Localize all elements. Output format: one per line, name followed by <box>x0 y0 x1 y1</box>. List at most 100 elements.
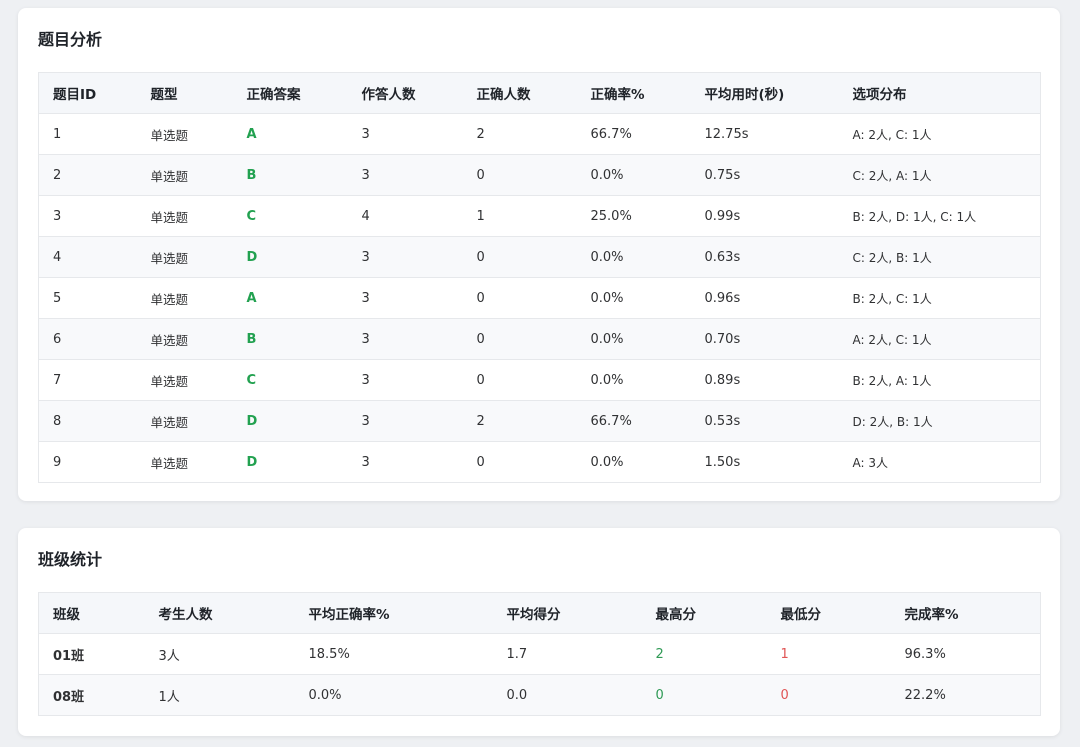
column-header: 最高分 <box>641 592 767 634</box>
correct-answer-cell: C <box>232 359 348 401</box>
avg-time-cell: 0.70s <box>690 318 839 360</box>
correct-answer-cell: D <box>232 236 348 278</box>
table-header-row: 题目ID 题型 正确答案 作答人数 正确人数 正确率% 平均用时(秒) 选项分布 <box>38 72 1041 114</box>
avg-time-cell: 0.53s <box>690 400 839 442</box>
answer-count-cell: 3 <box>347 236 463 278</box>
table-header-row: 班级 考生人数 平均正确率% 平均得分 最高分 最低分 完成率% <box>38 592 1041 634</box>
class-stats-table: 班级 考生人数 平均正确率% 平均得分 最高分 最低分 完成率% 01班 3人 18… <box>38 592 1041 716</box>
column-header: 班级 <box>38 592 145 634</box>
avg-score-cell: 1.7 <box>492 633 642 675</box>
class-name-cell: 01班 <box>38 633 145 675</box>
table-row: 2 单选题 B 3 0 0.0% 0.75s C: 2人, A: 1人 <box>38 154 1041 196</box>
correct-count-cell: 0 <box>476 454 485 470</box>
table-row: 3 单选题 C 4 1 25.0% 0.99s B: 2人, D: 1人, C: 1人 <box>38 195 1041 237</box>
correct-answer-cell: A <box>232 277 348 319</box>
highest-score-cell: 2 <box>641 633 767 675</box>
accuracy-cell: 66.7% <box>576 113 691 155</box>
option-distribution-cell: B: 2人, A: 1人 <box>838 359 1041 401</box>
table-row: 4 单选题 D 3 0 0.0% 0.63s C: 2人, B: 1人 <box>38 236 1041 278</box>
answer-count-cell: 3 <box>347 359 463 401</box>
question-id-cell: 4 <box>38 236 137 278</box>
correct-answer-cell: B <box>232 154 348 196</box>
correct-count-cell: 0 <box>462 318 577 360</box>
answer-count-cell: 3 <box>347 400 463 442</box>
column-header: 正确人数 <box>462 72 577 114</box>
option-distribution-cell: C: 2人, B: 1人 <box>838 236 1041 278</box>
question-analysis-card: 题目分析 题目ID 题型 正确答案 作答人数 正确人数 正确率% 平均用时(秒)… <box>18 8 1060 501</box>
accuracy-cell: 0.0% <box>576 236 691 278</box>
avg-time-cell: 0.63s <box>690 236 839 278</box>
table-row: 01班 3人 18.5% 1.7 2 1 96.3% <box>38 633 1041 675</box>
column-header: 正确率% <box>576 72 691 114</box>
accuracy-cell: 0.0% <box>576 154 691 196</box>
accuracy-cell: 0.0% <box>590 454 624 470</box>
avg-time-cell: 1.50s <box>704 454 741 470</box>
column-header: 选项分布 <box>838 72 1041 114</box>
correct-count-cell: 0 <box>462 154 577 196</box>
column-header: 题型 <box>136 72 233 114</box>
column-header: 平均正确率% <box>294 592 493 634</box>
option-distribution-cell: A: 3人 <box>852 455 889 470</box>
question-type-cell: 单选题 <box>136 318 233 360</box>
column-header: 作答人数 <box>347 72 463 114</box>
lowest-score-cell: 1 <box>766 633 891 675</box>
question-type-cell: 单选题 <box>136 195 233 237</box>
avg-accuracy-cell: 0.0% <box>294 674 493 716</box>
correct-count-cell: 2 <box>462 400 577 442</box>
option-distribution-cell: B: 2人, D: 1人, C: 1人 <box>838 195 1041 237</box>
avg-time-cell: 12.75s <box>690 113 839 155</box>
correct-count-cell: 0 <box>462 359 577 401</box>
table-row: 7 单选题 C 3 0 0.0% 0.89s B: 2人, A: 1人 <box>38 359 1041 401</box>
question-type-cell: 单选题 <box>136 359 233 401</box>
answer-count-cell: 3 <box>347 318 463 360</box>
correct-count-cell: 1 <box>462 195 577 237</box>
class-stats-card: 班级统计 班级 考生人数 平均正确率% 平均得分 最高分 最低分 完成率% 01… <box>18 528 1060 736</box>
lowest-score-cell: 0 <box>766 674 891 716</box>
avg-time-cell: 0.99s <box>690 195 839 237</box>
question-id-cell: 1 <box>38 113 137 155</box>
correct-answer-cell: A <box>232 113 348 155</box>
class-stats-title: 班级统计 <box>38 550 103 569</box>
question-id-cell: 9 <box>53 454 62 470</box>
correct-answer-cell: D <box>246 454 258 470</box>
completion-rate-cell: 22.2% <box>890 674 1041 716</box>
completion-rate-cell: 96.3% <box>890 633 1041 675</box>
answer-count-cell: 3 <box>347 277 463 319</box>
accuracy-cell: 25.0% <box>576 195 691 237</box>
question-id-cell: 6 <box>38 318 137 360</box>
table-row: 5 单选题 A 3 0 0.0% 0.96s B: 2人, C: 1人 <box>38 277 1041 319</box>
question-type-cell: 单选题 <box>136 154 233 196</box>
question-type-cell: 单选题 <box>136 400 233 442</box>
table-row: 8 单选题 D 3 2 66.7% 0.53s D: 2人, B: 1人 <box>38 400 1041 442</box>
correct-answer-cell: B <box>232 318 348 360</box>
accuracy-cell: 0.0% <box>576 277 691 319</box>
correct-answer-cell: C <box>232 195 348 237</box>
column-header: 平均用时(秒) <box>690 72 839 114</box>
question-id-cell: 3 <box>38 195 137 237</box>
answer-count-cell: 3 <box>347 154 463 196</box>
question-type-cell: 单选题 <box>150 455 189 471</box>
column-header: 正确答案 <box>232 72 348 114</box>
question-id-cell: 2 <box>38 154 137 196</box>
table-row: 08班 1人 0.0% 0.0 0 0 22.2% <box>38 674 1041 716</box>
student-count-cell: 3人 <box>144 633 295 675</box>
avg-accuracy-cell: 18.5% <box>294 633 493 675</box>
question-analysis-title: 题目分析 <box>38 30 103 49</box>
correct-count-cell: 0 <box>462 236 577 278</box>
correct-count-cell: 0 <box>462 277 577 319</box>
correct-answer-cell: D <box>232 400 348 442</box>
question-id-cell: 8 <box>38 400 137 442</box>
answer-count-cell: 3 <box>347 113 463 155</box>
question-type-cell: 单选题 <box>136 113 233 155</box>
question-type-cell: 单选题 <box>136 236 233 278</box>
avg-time-cell: 0.89s <box>690 359 839 401</box>
avg-time-cell: 0.96s <box>690 277 839 319</box>
option-distribution-cell: D: 2人, B: 1人 <box>838 400 1041 442</box>
question-type-cell: 单选题 <box>136 277 233 319</box>
column-header: 完成率% <box>890 592 1041 634</box>
table-row: 9 单选题 D 3 0 0.0% 1.50s A: 3人 <box>39 442 1041 483</box>
answer-count-cell: 4 <box>347 195 463 237</box>
class-name-cell: 08班 <box>38 674 145 716</box>
question-analysis-table: 题目ID 题型 正确答案 作答人数 正确人数 正确率% 平均用时(秒) 选项分布… <box>38 72 1041 483</box>
table-row: 1 单选题 A 3 2 66.7% 12.75s A: 2人, C: 1人 <box>38 113 1041 155</box>
